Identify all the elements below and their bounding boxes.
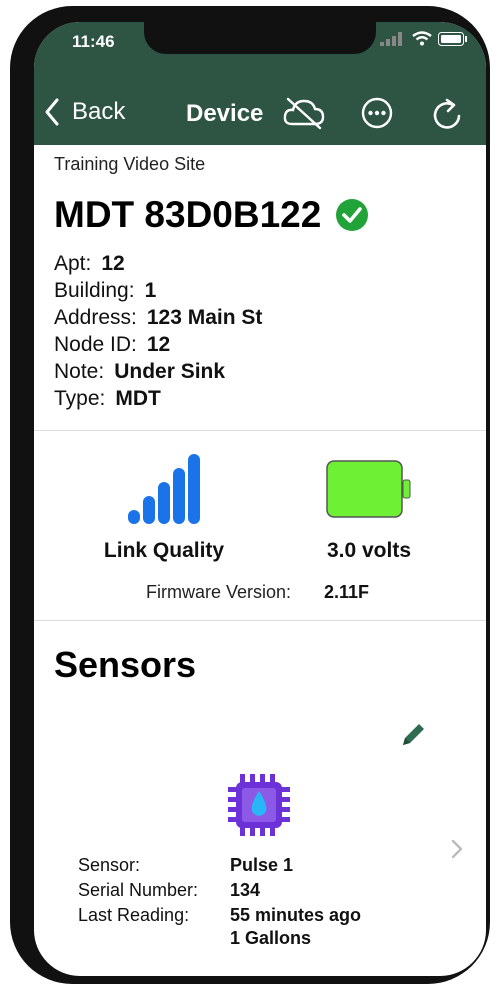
back-label: Back <box>72 98 126 125</box>
link-quality-signal-icon <box>128 454 200 524</box>
info-value: 1 <box>144 279 157 302</box>
info-building: Building: 1 <box>54 279 156 303</box>
info-label: Address: <box>54 306 137 329</box>
cellular-signal-icon <box>380 32 402 46</box>
info-label: Note: <box>54 360 105 383</box>
info-label: Apt: <box>54 252 92 275</box>
phone-frame: 11:46 Back Device Training Video Site MD… <box>10 6 490 984</box>
page-title: Device <box>186 100 264 127</box>
info-value: MDT <box>115 387 161 410</box>
serial-number-label: Serial Number: <box>78 880 199 900</box>
info-value: 12 <box>101 252 125 275</box>
battery-status-icon <box>438 32 467 46</box>
info-note: Note: Under Sink <box>54 360 225 384</box>
info-value: 123 Main St <box>146 306 263 329</box>
last-reading-label: Last Reading: <box>78 905 190 925</box>
cloud-offline-icon[interactable] <box>282 96 326 130</box>
device-heading: MDT 83D0B122 <box>54 194 369 236</box>
water-sensor-chip-icon <box>228 774 290 836</box>
battery-level-icon <box>326 460 411 518</box>
info-value: 12 <box>146 333 171 356</box>
chevron-left-icon <box>45 98 59 126</box>
firmware-value: 2.11F <box>324 582 370 602</box>
screen: 11:46 Back Device Training Video Site MD… <box>34 22 486 976</box>
status-time: 11:46 <box>72 32 115 51</box>
more-options-icon[interactable] <box>360 96 394 130</box>
divider <box>34 620 486 621</box>
refresh-icon[interactable] <box>430 96 464 132</box>
edit-pencil-icon[interactable] <box>398 720 428 750</box>
divider <box>34 430 486 431</box>
top-bar: 11:46 Back Device <box>34 22 486 145</box>
verified-check-icon <box>336 199 369 231</box>
info-address: Address: 123 Main St <box>54 306 262 330</box>
back-button[interactable]: Back <box>44 98 125 126</box>
info-label: Building: <box>54 279 135 302</box>
site-name: Training Video Site <box>54 154 206 174</box>
sensor-value: Pulse 1 <box>230 855 294 875</box>
info-label: Node ID: <box>54 333 137 356</box>
info-node-id: Node ID: 12 <box>54 333 170 357</box>
device-name: MDT 83D0B122 <box>54 194 322 235</box>
reading-amount: 1 Gallons <box>230 928 312 948</box>
info-type: Type: MDT <box>54 387 161 411</box>
notch <box>144 22 376 54</box>
info-value: Under Sink <box>114 360 226 383</box>
info-apt: Apt: 12 <box>54 252 125 276</box>
sensors-heading: Sensors <box>54 644 197 685</box>
wifi-icon <box>412 31 432 46</box>
battery-voltage-label: 3.0 volts <box>326 539 412 562</box>
firmware-label: Firmware Version: <box>146 582 292 602</box>
last-reading-value: 55 minutes ago <box>230 905 362 925</box>
chevron-right-icon[interactable] <box>450 838 464 860</box>
sensor-label: Sensor: <box>78 855 141 875</box>
serial-number-value: 134 <box>230 880 261 900</box>
info-label: Type: <box>54 387 106 410</box>
link-quality-label: Link Quality <box>103 539 225 562</box>
